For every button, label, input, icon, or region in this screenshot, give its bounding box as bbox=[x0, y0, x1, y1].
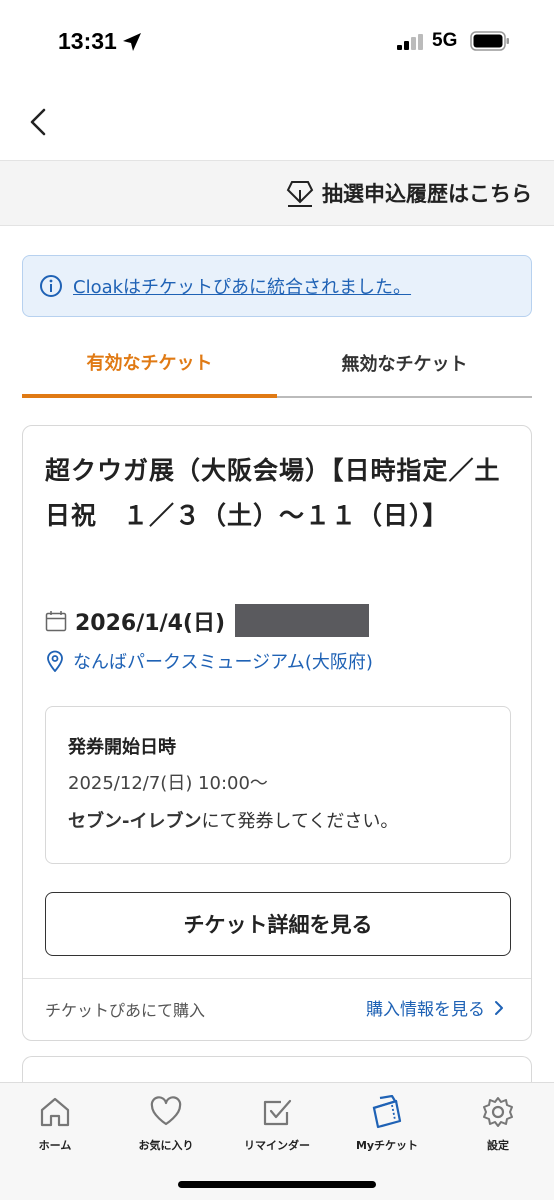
venue-link[interactable]: なんばパークスミュージアム(大阪府) bbox=[45, 648, 373, 674]
ticket-tabs: 有効なチケット 無効なチケット bbox=[22, 330, 532, 398]
tabbar-settings-label: 設定 bbox=[487, 1139, 509, 1152]
issue-suffix: にて発券してください。 bbox=[201, 811, 399, 832]
tabbar-settings[interactable]: 設定 bbox=[443, 1095, 553, 1153]
ticket-date-row: 2026/1/4(日) bbox=[45, 604, 370, 637]
venue-name: なんばパークスミュージアム(大阪府) bbox=[73, 652, 373, 673]
tabbar-home-label: ホーム bbox=[38, 1139, 72, 1152]
card-footer: チケットぴあにて購入 購入情報を見る bbox=[23, 978, 531, 1040]
home-icon bbox=[40, 1097, 70, 1127]
nav-bar bbox=[0, 84, 554, 160]
network-type: 5G bbox=[432, 30, 458, 51]
back-chevron-icon[interactable] bbox=[24, 104, 54, 140]
status-time: 13:31 bbox=[58, 28, 117, 54]
issue-instructions: セブン-イレブンにて発券してください。 bbox=[68, 807, 398, 833]
tabbar-favorites[interactable]: お気に入り bbox=[111, 1095, 221, 1153]
purchase-info-link[interactable]: 購入情報を見る bbox=[366, 995, 505, 1020]
issue-start-label: 発券開始日時 bbox=[68, 737, 176, 758]
tabbar-favorites-label: お気に入り bbox=[138, 1139, 194, 1152]
checkbox-icon bbox=[263, 1099, 292, 1126]
status-bar: 13:31 5G bbox=[0, 0, 554, 84]
battery-icon bbox=[470, 31, 509, 51]
tab-invalid-tickets[interactable]: 無効なチケット bbox=[277, 330, 532, 398]
issue-start-date: 2025/12/7(日) 10:00～ bbox=[68, 773, 268, 794]
purchase-source: チケットぴあにて購入 bbox=[45, 1001, 206, 1020]
lottery-history-link[interactable]: 抽選申込履歴はこちら bbox=[286, 178, 532, 208]
lottery-history-bar: 抽選申込履歴はこちら bbox=[0, 160, 554, 226]
redacted-time bbox=[235, 604, 370, 637]
tabbar-my-tickets[interactable]: Myチケット bbox=[332, 1095, 442, 1153]
tabbar-home[interactable]: ホーム bbox=[0, 1095, 110, 1153]
home-indicator bbox=[178, 1181, 376, 1188]
tabbar-reminder-label: リマインダー bbox=[244, 1139, 310, 1152]
ticket-date: 2026/1/4(日) bbox=[75, 610, 226, 636]
lottery-history-label: 抽選申込履歴はこちら bbox=[322, 182, 532, 206]
issue-store: セブン-イレブン bbox=[68, 811, 202, 832]
tabbar-reminder[interactable]: リマインダー bbox=[222, 1095, 332, 1153]
location-arrow-icon bbox=[123, 33, 141, 51]
calendar-icon bbox=[45, 610, 67, 631]
ticket-title: 超クウガ展（大阪会場）【日時指定／土日祝 １／３（土）～１１（日）】 bbox=[45, 456, 501, 530]
lottery-box-icon bbox=[286, 181, 314, 207]
ticket-detail-button[interactable]: チケット詳細を見る bbox=[45, 892, 511, 956]
purchase-info-label: 購入情報を見る bbox=[366, 1000, 485, 1020]
notice-link[interactable]: Cloakはチケットぴあに統合されました。 bbox=[73, 273, 411, 299]
tab-valid-tickets[interactable]: 有効なチケット bbox=[22, 330, 277, 398]
issue-info-box: 発券開始日時 2025/12/7(日) 10:00～ セブン-イレブンにて発券し… bbox=[45, 706, 511, 864]
heart-icon bbox=[150, 1096, 182, 1126]
ticket-icon bbox=[372, 1095, 402, 1129]
info-icon bbox=[40, 275, 62, 297]
integration-notice: Cloakはチケットぴあに統合されました。 bbox=[22, 255, 532, 317]
map-pin-icon bbox=[47, 650, 63, 672]
signal-icon bbox=[397, 34, 423, 50]
ticket-card: 超クウガ展（大阪会場）【日時指定／土日祝 １／３（土）～１１（日）】 2026/… bbox=[22, 425, 532, 1041]
chevron-right-icon bbox=[495, 1000, 503, 1015]
gear-icon bbox=[483, 1097, 513, 1127]
tabbar-my-tickets-label: Myチケット bbox=[355, 1139, 419, 1152]
